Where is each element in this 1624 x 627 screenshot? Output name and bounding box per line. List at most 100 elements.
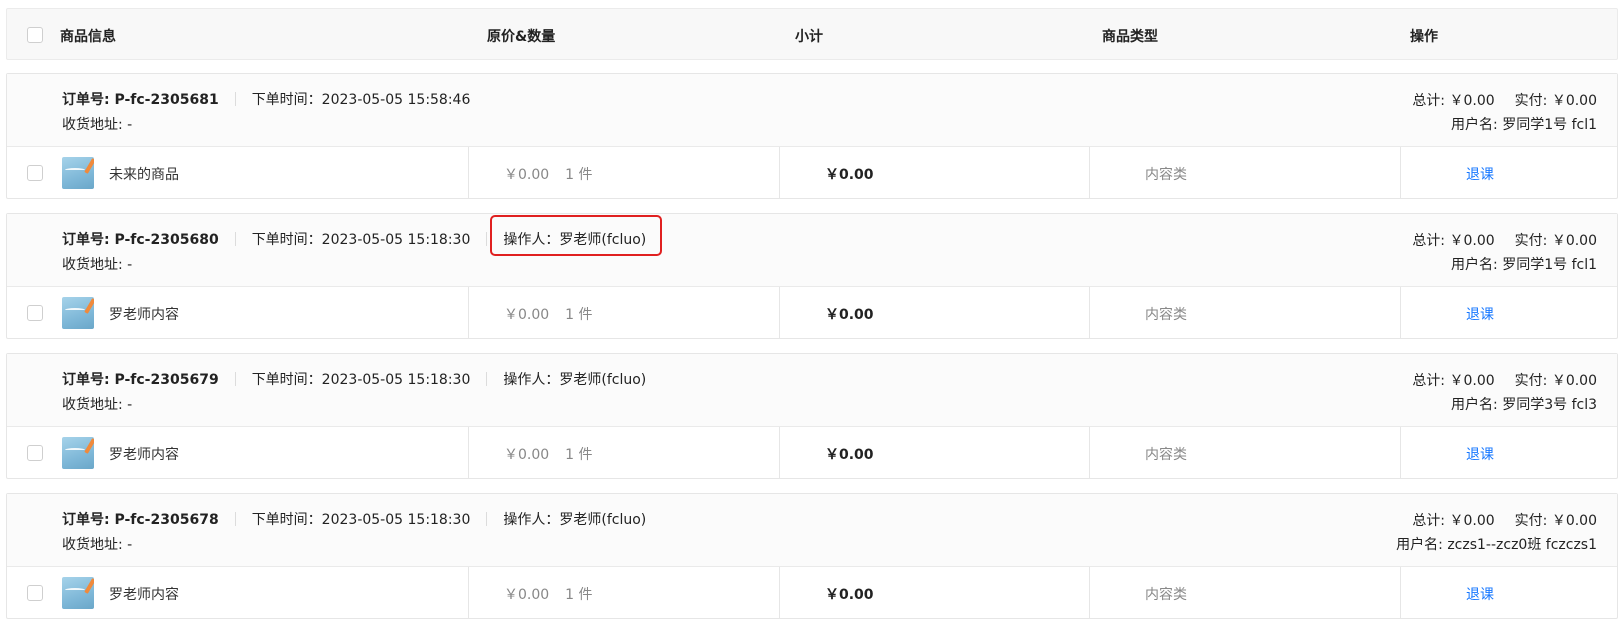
order-number: 订单号: P-fc-2305679 bbox=[62, 372, 219, 388]
order-paid: 实付: ￥0.00 bbox=[1514, 513, 1597, 529]
select-all-checkbox[interactable] bbox=[27, 27, 43, 43]
row-checkbox[interactable] bbox=[27, 305, 43, 321]
product-price: ￥0.00 bbox=[504, 447, 550, 463]
row-subtotal: ￥0.00 bbox=[825, 587, 874, 603]
product-thumbnail-image bbox=[62, 157, 94, 189]
row-subtotal: ￥0.00 bbox=[825, 307, 874, 323]
product-thumbnail-image bbox=[62, 577, 94, 609]
order-total: 总计: ￥0.00 bbox=[1412, 233, 1495, 249]
order-header: 订单号: P-fc-2305681 下单时间：2023-05-05 15:58:… bbox=[7, 74, 1617, 147]
divider bbox=[779, 287, 780, 339]
column-header-product-type: 商品类型 bbox=[1102, 29, 1158, 45]
row-checkbox[interactable] bbox=[27, 445, 43, 461]
shipping-address: 收货地址: - bbox=[62, 397, 133, 413]
order-time: 下单时间：2023-05-05 15:58:46 bbox=[251, 92, 471, 108]
divider bbox=[1089, 427, 1090, 479]
order-number: 订单号: P-fc-2305678 bbox=[62, 512, 219, 528]
divider bbox=[1400, 427, 1401, 479]
divider bbox=[468, 427, 469, 479]
order-card: 订单号: P-fc-2305680 下单时间：2023-05-05 15:18:… bbox=[6, 213, 1618, 339]
refund-course-link[interactable]: 退课 bbox=[1466, 444, 1494, 464]
product-thumbnail-image bbox=[62, 437, 94, 469]
order-paid: 实付: ￥0.00 bbox=[1514, 233, 1597, 249]
product-name: 未来的商品 bbox=[109, 167, 179, 183]
product-price-qty: ￥0.00 1 件 bbox=[504, 444, 593, 464]
order-time: 下单时间：2023-05-05 15:18:30 bbox=[251, 512, 471, 528]
refund-course-link[interactable]: 退课 bbox=[1466, 164, 1494, 184]
product-type: 内容类 bbox=[1145, 307, 1187, 323]
divider bbox=[779, 427, 780, 479]
order-totals: 总计: ￥0.00 实付: ￥0.00 bbox=[1412, 370, 1597, 390]
order-operator: 操作人：罗老师(fcluo) bbox=[503, 512, 647, 528]
order-number: 订单号: P-fc-2305680 bbox=[62, 232, 219, 248]
divider bbox=[468, 287, 469, 339]
divider bbox=[486, 232, 488, 246]
column-header-subtotal: 小计 bbox=[795, 29, 823, 45]
table-row: 罗老师内容 ￥0.00 1 件 ￥0.00 内容类 退课 bbox=[7, 567, 1617, 619]
order-card: 订单号: P-fc-2305681 下单时间：2023-05-05 15:58:… bbox=[6, 73, 1618, 199]
table-header: 商品信息 原价&数量 小计 商品类型 操作 bbox=[6, 8, 1618, 60]
divider bbox=[486, 512, 488, 526]
order-totals: 总计: ￥0.00 实付: ￥0.00 bbox=[1412, 510, 1597, 530]
order-total: 总计: ￥0.00 bbox=[1412, 373, 1495, 389]
product-type: 内容类 bbox=[1145, 167, 1187, 183]
order-number: 订单号: P-fc-2305681 bbox=[62, 92, 219, 108]
order-card: 订单号: P-fc-2305678 下单时间：2023-05-05 15:18:… bbox=[6, 493, 1618, 619]
product-qty: 1 件 bbox=[565, 167, 593, 183]
divider bbox=[234, 372, 236, 386]
order-header: 订单号: P-fc-2305680 下单时间：2023-05-05 15:18:… bbox=[7, 214, 1617, 287]
highlight-box bbox=[490, 215, 663, 256]
order-header: 订单号: P-fc-2305679 下单时间：2023-05-05 15:18:… bbox=[7, 354, 1617, 427]
product-price-qty: ￥0.00 1 件 bbox=[504, 584, 593, 604]
product-type: 内容类 bbox=[1145, 587, 1187, 603]
divider bbox=[1400, 147, 1401, 199]
product-price-qty: ￥0.00 1 件 bbox=[504, 304, 593, 324]
product-price: ￥0.00 bbox=[504, 587, 550, 603]
product-qty: 1 件 bbox=[565, 447, 593, 463]
order-total: 总计: ￥0.00 bbox=[1412, 93, 1495, 109]
order-username: 用户名: 罗同学3号 fcl3 bbox=[1451, 397, 1597, 413]
shipping-address: 收货地址: - bbox=[62, 257, 133, 273]
table-row: 罗老师内容 ￥0.00 1 件 ￥0.00 内容类 退课 bbox=[7, 287, 1617, 339]
order-totals: 总计: ￥0.00 实付: ￥0.00 bbox=[1412, 230, 1597, 250]
column-header-action: 操作 bbox=[1410, 29, 1438, 45]
shipping-address: 收货地址: - bbox=[62, 537, 133, 553]
product-price-qty: ￥0.00 1 件 bbox=[504, 164, 593, 184]
divider bbox=[1400, 287, 1401, 339]
order-operator-wrapper: 操作人：罗老师(fcluo) bbox=[490, 215, 663, 256]
order-meta: 订单号: P-fc-2305678 下单时间：2023-05-05 15:18:… bbox=[62, 510, 646, 528]
row-subtotal: ￥0.00 bbox=[825, 167, 874, 183]
divider bbox=[234, 92, 236, 106]
divider bbox=[779, 567, 780, 619]
product-name: 罗老师内容 bbox=[109, 587, 179, 603]
divider bbox=[234, 232, 236, 246]
order-total: 总计: ￥0.00 bbox=[1412, 513, 1495, 529]
divider bbox=[1400, 567, 1401, 619]
divider bbox=[779, 147, 780, 199]
table-row: 罗老师内容 ￥0.00 1 件 ￥0.00 内容类 退课 bbox=[7, 427, 1617, 479]
product-name: 罗老师内容 bbox=[109, 447, 179, 463]
table-row: 未来的商品 ￥0.00 1 件 ￥0.00 内容类 退课 bbox=[7, 147, 1617, 199]
row-checkbox[interactable] bbox=[27, 165, 43, 181]
order-paid: 实付: ￥0.00 bbox=[1514, 373, 1597, 389]
divider bbox=[1089, 287, 1090, 339]
order-time: 下单时间：2023-05-05 15:18:30 bbox=[251, 372, 471, 388]
order-card: 订单号: P-fc-2305679 下单时间：2023-05-05 15:18:… bbox=[6, 353, 1618, 479]
column-header-product-info: 商品信息 bbox=[60, 29, 116, 45]
refund-course-link[interactable]: 退课 bbox=[1466, 304, 1494, 324]
column-header-price-qty: 原价&数量 bbox=[487, 29, 556, 45]
row-checkbox[interactable] bbox=[27, 585, 43, 601]
product-qty: 1 件 bbox=[565, 307, 593, 323]
product-qty: 1 件 bbox=[565, 587, 593, 603]
order-username: 用户名: zczs1--zcz0班 fczczs1 bbox=[1396, 537, 1597, 553]
divider bbox=[1089, 147, 1090, 199]
product-thumbnail-image bbox=[62, 297, 94, 329]
product-name: 罗老师内容 bbox=[109, 307, 179, 323]
product-price: ￥0.00 bbox=[504, 307, 550, 323]
order-time: 下单时间：2023-05-05 15:18:30 bbox=[251, 232, 471, 248]
divider bbox=[468, 567, 469, 619]
refund-course-link[interactable]: 退课 bbox=[1466, 584, 1494, 604]
order-meta: 订单号: P-fc-2305679 下单时间：2023-05-05 15:18:… bbox=[62, 370, 646, 388]
shipping-address: 收货地址: - bbox=[62, 117, 133, 133]
order-meta: 订单号: P-fc-2305681 下单时间：2023-05-05 15:58:… bbox=[62, 90, 470, 108]
